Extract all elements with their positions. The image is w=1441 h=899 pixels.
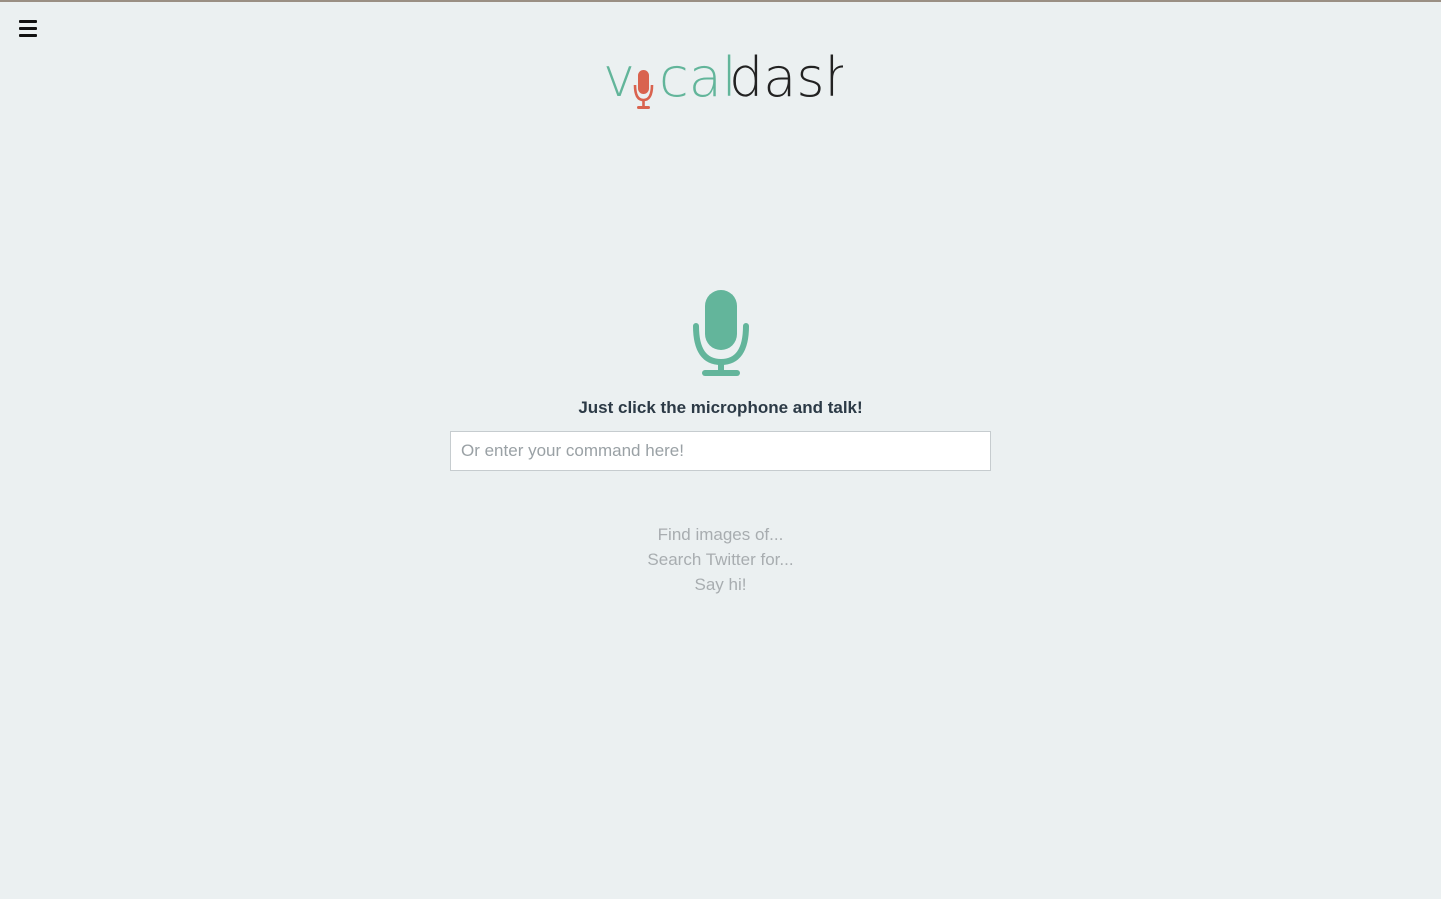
hamburger-menu-button[interactable] xyxy=(19,20,39,40)
instruction-text: Just click the microphone and talk! xyxy=(578,398,863,417)
window-top-border xyxy=(0,0,1441,2)
logo-text-v: v xyxy=(603,46,635,109)
suggestion-say-hi[interactable]: Say hi! xyxy=(0,572,1441,597)
microphone-icon[interactable] xyxy=(688,288,754,380)
vocaldash-logo: v cal dash xyxy=(603,46,843,109)
suggestion-search-twitter[interactable]: Search Twitter for... xyxy=(0,547,1441,572)
menu-bar xyxy=(19,27,37,30)
command-input[interactable] xyxy=(450,431,991,471)
logo-text-cal: cal xyxy=(659,46,737,109)
logo-mic-icon xyxy=(633,70,654,109)
suggestion-list: Find images of... Search Twitter for... … xyxy=(0,522,1441,597)
menu-bar xyxy=(19,20,37,23)
logo-text-dash: dash xyxy=(729,46,843,109)
menu-bar xyxy=(19,34,37,37)
suggestion-find-images[interactable]: Find images of... xyxy=(0,522,1441,547)
